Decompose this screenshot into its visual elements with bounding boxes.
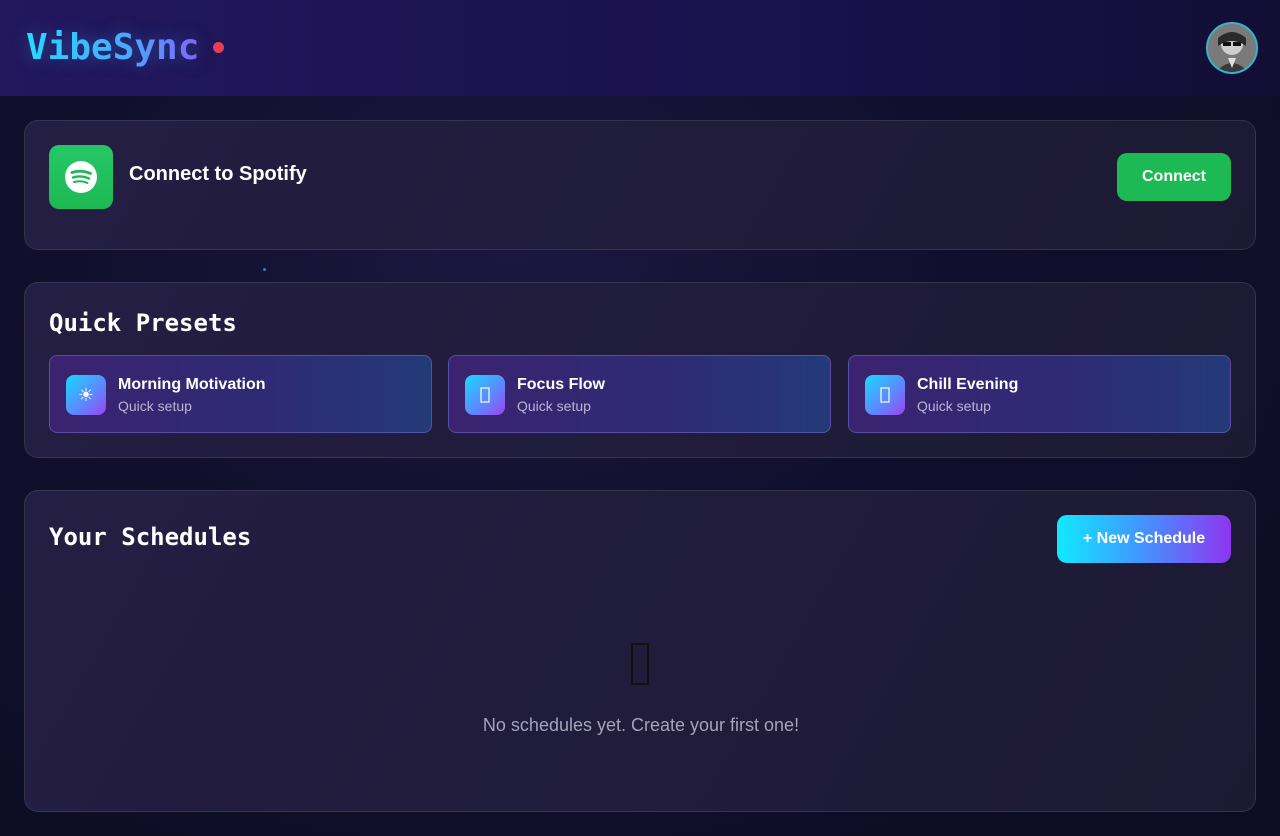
preset-icon	[465, 375, 505, 415]
user-avatar[interactable]	[1206, 22, 1258, 74]
avatar-image	[1208, 24, 1256, 72]
spotify-icon	[49, 145, 113, 209]
preset-icon	[865, 375, 905, 415]
connect-button[interactable]: Connect	[1117, 153, 1231, 201]
spotify-title: Connect to Spotify	[129, 163, 307, 185]
preset-subtitle: Quick setup	[917, 398, 991, 414]
quick-presets-card: Quick Presets ☀ Morning Motivation Quick…	[24, 282, 1256, 458]
preset-subtitle: Quick setup	[517, 398, 591, 414]
spotify-connect-card: Connect to Spotify Connect	[24, 120, 1256, 250]
app-header: VibeSync	[0, 0, 1280, 96]
preset-name: Focus Flow	[517, 376, 605, 393]
empty-state-text: No schedules yet. Create your first one!	[482, 715, 800, 735]
preset-chill-evening[interactable]: Chill Evening Quick setup	[848, 355, 1231, 433]
decorative-dot	[263, 268, 266, 271]
preset-focus-flow[interactable]: Focus Flow Quick setup	[448, 355, 831, 433]
empty-state-icon	[631, 643, 649, 685]
preset-morning-motivation[interactable]: ☀ Morning Motivation Quick setup	[49, 355, 432, 433]
preset-name: Chill Evening	[917, 376, 1019, 393]
new-schedule-button[interactable]: + New Schedule	[1057, 515, 1231, 563]
schedules-card: Your Schedules + New Schedule No schedul…	[24, 490, 1256, 812]
status-dot	[213, 42, 224, 53]
brand-logo: VibeSync	[26, 27, 200, 68]
sun-icon: ☀	[66, 375, 106, 415]
preset-subtitle: Quick setup	[118, 398, 192, 414]
preset-name: Morning Motivation	[118, 376, 266, 393]
section-title: Your Schedules	[49, 523, 252, 551]
section-title: Quick Presets	[49, 309, 237, 337]
